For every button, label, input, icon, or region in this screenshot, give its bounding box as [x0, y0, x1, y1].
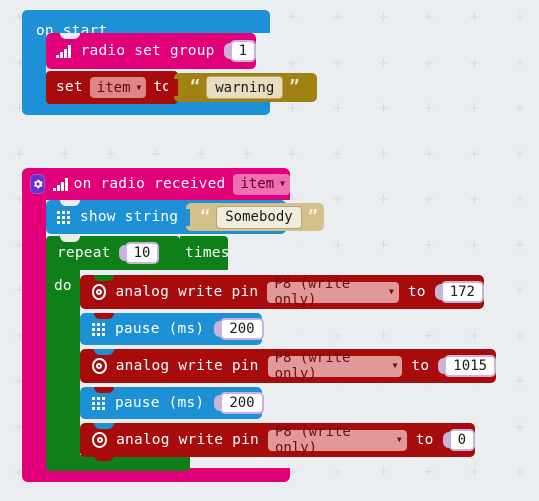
analog-value-field[interactable]: 172	[434, 281, 484, 303]
radio-signal-icon	[53, 177, 68, 191]
to-keyword-label: to	[407, 283, 426, 300]
analog-write-label: analog write pin	[115, 283, 259, 300]
set-keyword-label: set	[56, 79, 83, 96]
pause-label: pause (ms)	[115, 320, 205, 337]
pin-target-icon	[92, 284, 107, 300]
led-grid-icon	[92, 322, 105, 336]
block-pause-1[interactable]: pause (ms) 200	[80, 313, 264, 345]
do-label: do	[54, 278, 72, 294]
pin-target-icon	[92, 358, 107, 374]
times-label: times	[185, 244, 230, 261]
radio-set-group-label: radio set group	[80, 42, 215, 59]
gear-icon[interactable]	[30, 174, 46, 194]
block-analog-write-3[interactable]: analog write pin P8 (write only) ▼ to 0	[80, 423, 475, 457]
close-quote-glyph: ”	[307, 206, 318, 227]
repeat-count-field[interactable]: 10	[118, 242, 160, 264]
analog-value-field[interactable]: 0	[442, 429, 475, 451]
block-analog-write-1[interactable]: analog write pin P8 (write only) ▼ to 17…	[80, 275, 484, 309]
analog-write-label: analog write pin	[116, 431, 259, 448]
pin-dropdown[interactable]: P8 (write only) ▼	[267, 424, 407, 456]
to-keyword-label: to	[411, 357, 430, 374]
block-analog-write-2[interactable]: analog write pin P8 (write only) ▼ to 10…	[80, 349, 496, 383]
block-pause-2[interactable]: pause (ms) 200	[80, 387, 264, 419]
variable-name-dropdown[interactable]: item ▼	[89, 77, 147, 98]
string-value-field[interactable]: Somebody	[216, 205, 302, 229]
chevron-down-icon: ▼	[392, 361, 398, 370]
radio-group-number-field[interactable]: 1	[223, 40, 256, 62]
block-string-warning[interactable]: “ warning ”	[174, 73, 317, 102]
radio-signal-icon	[56, 44, 72, 58]
analog-write-3-bottom-notch	[94, 455, 114, 461]
pin-dropdown[interactable]: P8 (write only) ▼	[267, 350, 403, 382]
repeat-body-bottom-arm	[46, 455, 190, 471]
open-quote-glyph: “	[200, 206, 211, 227]
led-grid-icon	[92, 396, 105, 410]
pin-target-icon	[92, 432, 108, 448]
string-value-field[interactable]: warning	[206, 76, 284, 99]
repeat-times-suffix: times	[180, 236, 230, 270]
block-radio-set-group[interactable]: radio set group 1	[46, 33, 256, 69]
analog-value-field[interactable]: 1015	[438, 355, 496, 377]
block-set-variable[interactable]: set item ▼ to	[46, 71, 178, 104]
chevron-down-icon: ▼	[389, 287, 394, 296]
pause-value-field[interactable]: 200	[214, 318, 264, 340]
show-string-plug	[180, 209, 190, 226]
radio-parameter-dropdown[interactable]: item ▼	[233, 173, 290, 195]
open-quote-glyph: “	[190, 77, 201, 97]
on-radio-received-label: on radio received	[73, 175, 226, 192]
led-grid-icon	[57, 210, 70, 224]
pause-label: pause (ms)	[115, 394, 205, 411]
analog-write-label: analog write pin	[115, 357, 259, 374]
block-repeat-times[interactable]: repeat 10	[46, 236, 180, 270]
close-quote-glyph: ”	[289, 77, 300, 97]
pause-value-field[interactable]: 200	[214, 392, 264, 414]
block-string-somebody[interactable]: “ Somebody ”	[186, 203, 324, 231]
chevron-down-icon: ▼	[136, 82, 142, 92]
to-keyword-label: to	[415, 431, 434, 448]
chevron-down-icon: ▼	[280, 179, 285, 188]
on-radio-received-header: on radio received item ▼	[22, 168, 290, 200]
set-variable-plug	[168, 79, 178, 96]
repeat-body-left-arm	[46, 270, 80, 462]
pin-dropdown[interactable]: P8 (write only) ▼	[267, 276, 399, 308]
chevron-down-icon: ▼	[396, 435, 402, 444]
show-string-label: show string	[80, 208, 179, 225]
blocks-workspace[interactable]: on start radio set group 1 set item ▼ to	[0, 0, 539, 501]
repeat-label: repeat	[57, 244, 111, 261]
